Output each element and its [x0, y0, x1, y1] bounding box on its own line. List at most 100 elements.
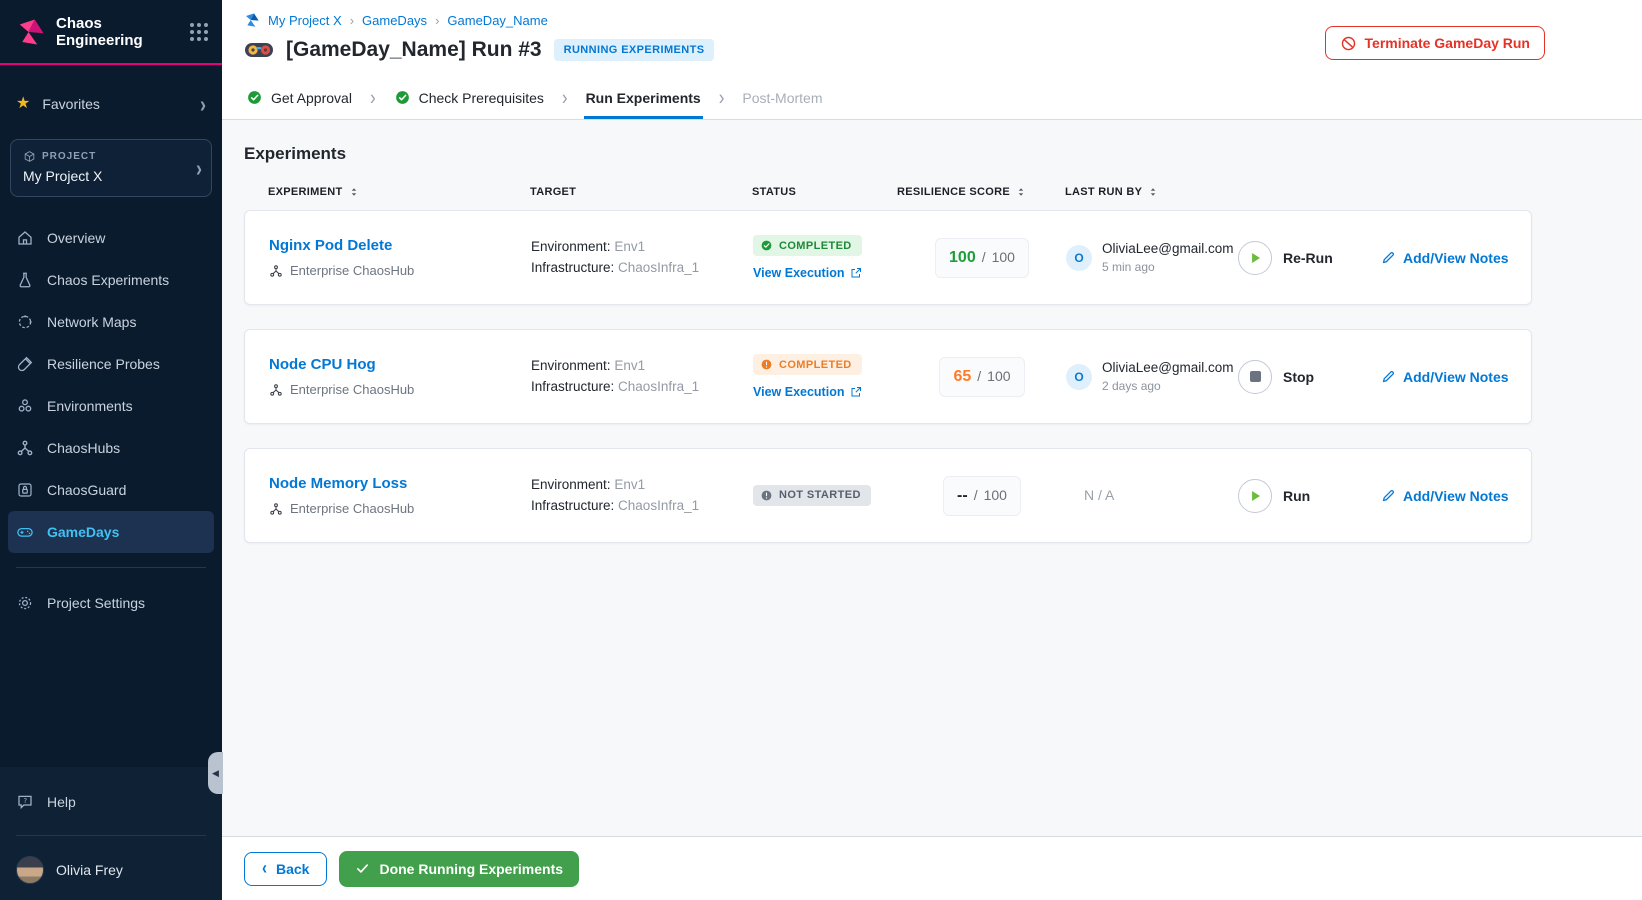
terminate-label: Terminate GameDay Run: [1364, 35, 1530, 51]
pencil-icon: [1382, 251, 1395, 264]
column-label: STATUS: [752, 186, 797, 198]
sidebar-item-chaos-experiments[interactable]: Chaos Experiments: [0, 259, 222, 301]
sidebar-item-chaosguard[interactable]: ChaosGuard: [0, 469, 222, 511]
stop-icon: [1249, 371, 1261, 382]
section-title: Experiments: [244, 144, 347, 163]
breadcrumb-link-gamedays[interactable]: GameDays: [362, 13, 427, 28]
favorites-label: Favorites: [42, 95, 100, 112]
sidebar-footer: ? Help Olivia Frey: [0, 767, 222, 900]
last-run-cell: O OliviaLee@gmail.com 2 days ago: [1066, 360, 1238, 393]
sidebar-item-gamedays[interactable]: GameDays: [8, 510, 214, 553]
module-switcher-icon[interactable]: [190, 23, 208, 42]
hub-name: Enterprise ChaosHub: [290, 382, 415, 397]
module-title-line1: Chaos: [56, 15, 102, 32]
target-cell: Environment: Env1 Infrastructure: ChaosI…: [531, 237, 753, 279]
sidebar-item-label: Chaos Experiments: [47, 271, 170, 288]
view-execution-label: View Execution: [753, 385, 845, 399]
check-icon: [357, 864, 369, 873]
sidebar-divider: [16, 566, 206, 568]
view-execution-link[interactable]: View Execution: [753, 266, 898, 280]
status-cell: NOT STARTED: [753, 484, 898, 507]
hub-line: Enterprise ChaosHub: [269, 501, 531, 516]
experiment-link[interactable]: Node CPU Hog: [269, 356, 376, 373]
add-view-notes-link[interactable]: Add/View Notes: [1381, 250, 1531, 266]
action-cell: Re-Run: [1238, 240, 1381, 275]
environment-label: Environment:: [531, 476, 611, 492]
user-name: Olivia Frey: [56, 862, 123, 878]
pencil-icon: [1382, 370, 1395, 383]
avatar: O: [1066, 244, 1092, 271]
score-value: 100: [949, 248, 976, 266]
sidebar-collapse-handle[interactable]: ◀: [208, 752, 223, 794]
sidebar-item-label: ChaosGuard: [47, 481, 127, 498]
sort-icon[interactable]: [1147, 186, 1159, 198]
environment-value: Env1: [614, 357, 646, 373]
collapse-arrow-icon: ◀: [212, 767, 219, 778]
terminate-gameday-button[interactable]: Terminate GameDay Run: [1324, 26, 1545, 60]
sidebar-item-project-settings[interactable]: Project Settings: [0, 582, 222, 624]
sidebar-header: Chaos Engineering: [0, 0, 222, 65]
sidebar: Chaos Engineering ★ Favorites › PROJECT …: [0, 0, 223, 900]
gamepad-emoji-icon: [245, 43, 273, 57]
star-icon: ★: [16, 94, 31, 112]
gear-icon: [18, 596, 32, 609]
sort-icon[interactable]: [1015, 186, 1027, 198]
sidebar-item-network-maps[interactable]: Network Maps: [0, 301, 222, 343]
step-post-mortem[interactable]: Post-Mortem: [740, 76, 824, 119]
stop-button[interactable]: [1238, 359, 1272, 394]
last-run-na: N / A: [1084, 486, 1115, 503]
step-label: Check Prerequisites: [418, 89, 544, 106]
sort-icon[interactable]: [348, 186, 360, 198]
module-title: Chaos Engineering: [56, 15, 143, 50]
step-check-prerequisites[interactable]: Check Prerequisites: [392, 76, 546, 119]
environment-value: Env1: [614, 476, 646, 492]
breadcrumb-link-project[interactable]: My Project X: [268, 13, 342, 28]
back-button[interactable]: ‹ Back: [244, 851, 328, 886]
add-view-notes-link[interactable]: Add/View Notes: [1381, 488, 1531, 504]
sidebar-item-help[interactable]: ? Help: [0, 781, 222, 823]
experiment-link[interactable]: Node Memory Loss: [269, 475, 407, 492]
breadcrumb-link-gameday-name[interactable]: GameDay_Name: [447, 13, 547, 28]
column-header-experiment[interactable]: EXPERIMENT: [268, 186, 530, 198]
add-view-notes-link[interactable]: Add/View Notes: [1381, 369, 1531, 385]
table-row: Nginx Pod Delete Enterprise ChaosHub Env…: [244, 210, 1532, 305]
sidebar-item-chaoshubs[interactable]: ChaosHubs: [0, 427, 222, 469]
score-value: --: [957, 486, 968, 504]
column-label: EXPERIMENT: [268, 186, 343, 198]
column-header-last-run-by[interactable]: LAST RUN BY: [1065, 186, 1237, 198]
last-run-email: OliviaLee@gmail.com: [1102, 360, 1234, 375]
check-circle-icon: [247, 90, 262, 105]
view-execution-link[interactable]: View Execution: [753, 385, 898, 399]
step-run-experiments[interactable]: Run Experiments: [583, 76, 703, 119]
infrastructure-value: ChaosInfra_1: [618, 497, 700, 513]
chaoshub-icon: [270, 502, 282, 515]
svg-text:?: ?: [24, 797, 28, 805]
sidebar-item-favorites[interactable]: ★ Favorites ›: [0, 89, 222, 119]
target-cell: Environment: Env1 Infrastructure: ChaosI…: [531, 356, 753, 398]
status-badge: RUNNING EXPERIMENTS: [553, 39, 715, 61]
step-get-approval[interactable]: Get Approval: [244, 76, 354, 119]
sidebar-item-overview[interactable]: Overview: [0, 217, 222, 259]
run-button[interactable]: [1238, 478, 1272, 513]
chaos-module-icon: [246, 13, 259, 27]
environment-value: Env1: [614, 238, 646, 254]
notes-label: Add/View Notes: [1403, 487, 1509, 504]
rerun-button[interactable]: [1238, 240, 1272, 275]
project-selector[interactable]: PROJECT My Project X ›: [10, 138, 212, 197]
view-execution-label: View Execution: [753, 266, 845, 280]
score-max: 100: [991, 248, 1015, 265]
score-slash: /: [973, 486, 978, 503]
sidebar-item-environments[interactable]: Environments: [0, 385, 222, 427]
sidebar-item-label: Project Settings: [47, 594, 146, 611]
check-circle-icon: [761, 240, 772, 251]
experiment-link[interactable]: Nginx Pod Delete: [269, 237, 392, 254]
column-label: RESILIENCE SCORE: [897, 186, 1010, 198]
status-text: COMPLETED: [779, 358, 852, 371]
done-running-experiments-button[interactable]: Done Running Experiments: [339, 850, 580, 887]
sidebar-item-resilience-probes[interactable]: Resilience Probes: [0, 343, 222, 385]
status-pill: NOT STARTED: [753, 484, 871, 506]
column-label: LAST RUN BY: [1065, 186, 1143, 198]
user-menu[interactable]: Olivia Frey: [0, 848, 222, 884]
column-header-resilience-score[interactable]: RESILIENCE SCORE: [897, 186, 1065, 198]
module-title-line2: Engineering: [56, 32, 143, 50]
